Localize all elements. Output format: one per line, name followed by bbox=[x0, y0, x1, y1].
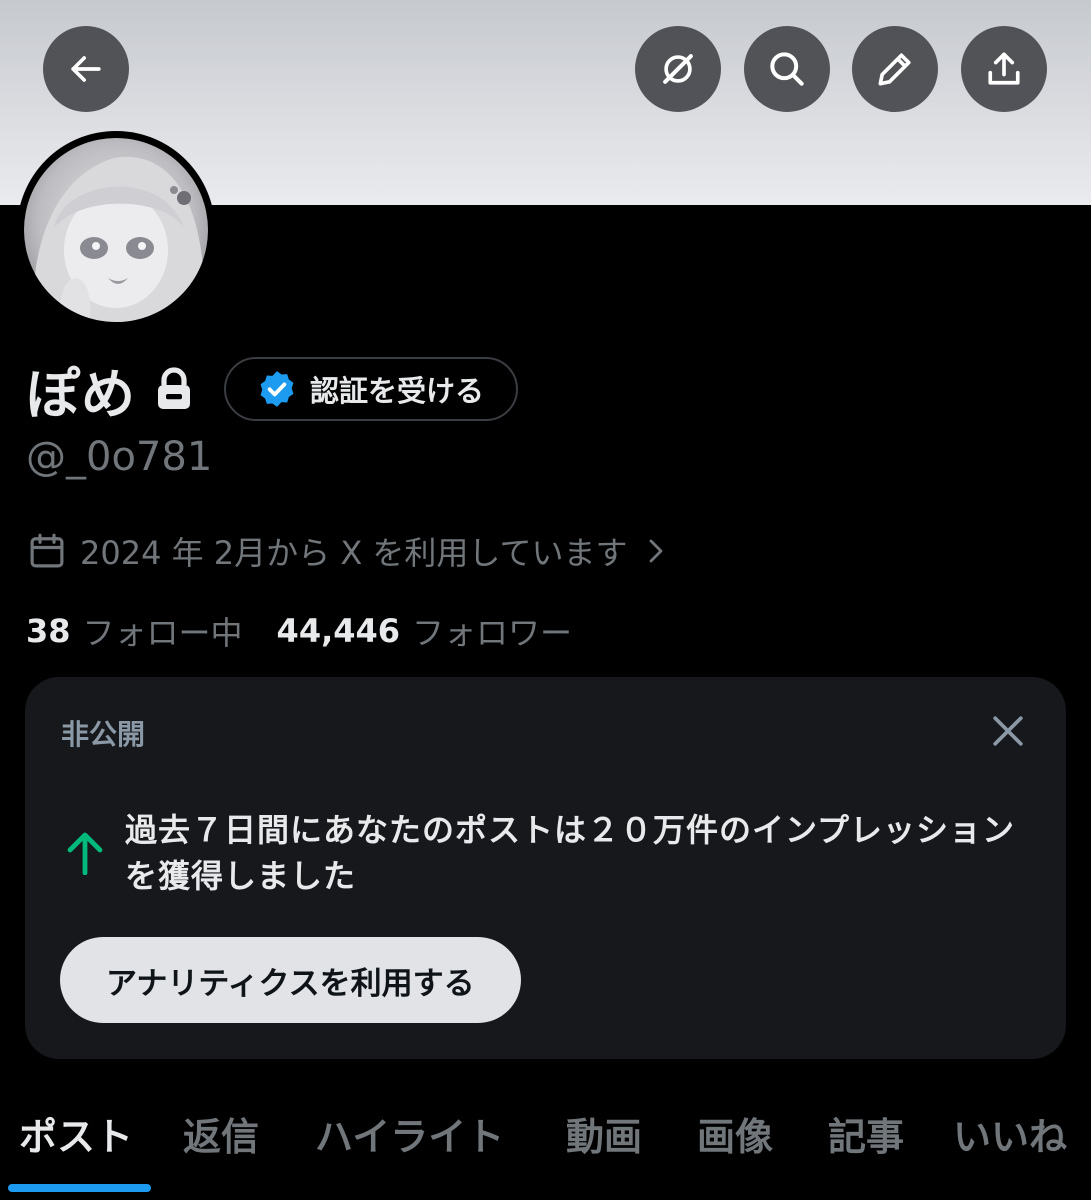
joined-date-row[interactable]: 2024 年 2月から X を利用しています bbox=[26, 527, 671, 575]
tab-likes[interactable]: いいね bbox=[953, 1106, 1067, 1161]
analytics-button[interactable]: アナリティクスを利用する bbox=[60, 937, 521, 1023]
grok-button[interactable] bbox=[635, 26, 721, 112]
share-button[interactable] bbox=[961, 26, 1047, 112]
followers-label[interactable]: フォロワー bbox=[412, 608, 572, 654]
tab-images[interactable]: 画像 bbox=[697, 1106, 773, 1161]
tab-highlights[interactable]: ハイライト bbox=[315, 1106, 504, 1161]
lock-icon bbox=[158, 367, 190, 409]
avatar-frame[interactable] bbox=[17, 131, 215, 329]
verified-badge-icon bbox=[260, 371, 294, 407]
follow-stats: 38 フォロー中 44,446 フォロワー bbox=[26, 608, 572, 654]
following-label[interactable]: フォロー中 bbox=[83, 608, 243, 654]
name-row: ぽめ 認証を受ける bbox=[26, 350, 519, 428]
active-tab-indicator bbox=[8, 1184, 151, 1192]
impressions-message: 過去７日間にあなたのポストは２０万件のインプレッションを獲得しました bbox=[125, 811, 1016, 895]
profile-tabs: ポスト 返信 ハイライト 動画 画像 記事 いいね bbox=[0, 1096, 1091, 1200]
share-icon bbox=[988, 52, 1020, 85]
private-label: 非公開 bbox=[61, 718, 146, 751]
arrow-left-icon bbox=[71, 56, 101, 82]
edit-button[interactable] bbox=[852, 26, 938, 112]
followers-count[interactable]: 44,446 bbox=[277, 612, 400, 650]
close-icon bbox=[993, 716, 1023, 746]
user-handle: @_0o781 bbox=[26, 434, 213, 480]
search-icon bbox=[770, 52, 804, 86]
chevron-right-icon bbox=[650, 539, 663, 563]
insight-card: 非公開 過去７日間にあなたのポストは２０万件のインプレッションを獲得しました ア… bbox=[25, 677, 1066, 1059]
search-button[interactable] bbox=[744, 26, 830, 112]
close-button[interactable] bbox=[986, 709, 1030, 753]
back-button[interactable] bbox=[43, 26, 129, 112]
tab-articles[interactable]: 記事 bbox=[828, 1106, 904, 1161]
grok-icon bbox=[663, 54, 693, 84]
display-name: ぽめ bbox=[26, 362, 136, 426]
tab-posts[interactable]: ポスト bbox=[19, 1106, 133, 1161]
joined-date-text: 2024 年 2月から X を利用しています bbox=[80, 534, 628, 572]
get-verified-button[interactable]: 認証を受ける bbox=[224, 357, 519, 421]
get-verified-label: 認証を受ける bbox=[310, 374, 485, 408]
avatar[interactable] bbox=[24, 138, 208, 322]
arrow-up-icon bbox=[67, 832, 103, 875]
tab-replies[interactable]: 返信 bbox=[183, 1106, 259, 1161]
tab-videos[interactable]: 動画 bbox=[566, 1106, 642, 1161]
pencil-icon bbox=[878, 53, 911, 86]
calendar-icon bbox=[30, 533, 64, 568]
following-count[interactable]: 38 bbox=[26, 612, 71, 650]
